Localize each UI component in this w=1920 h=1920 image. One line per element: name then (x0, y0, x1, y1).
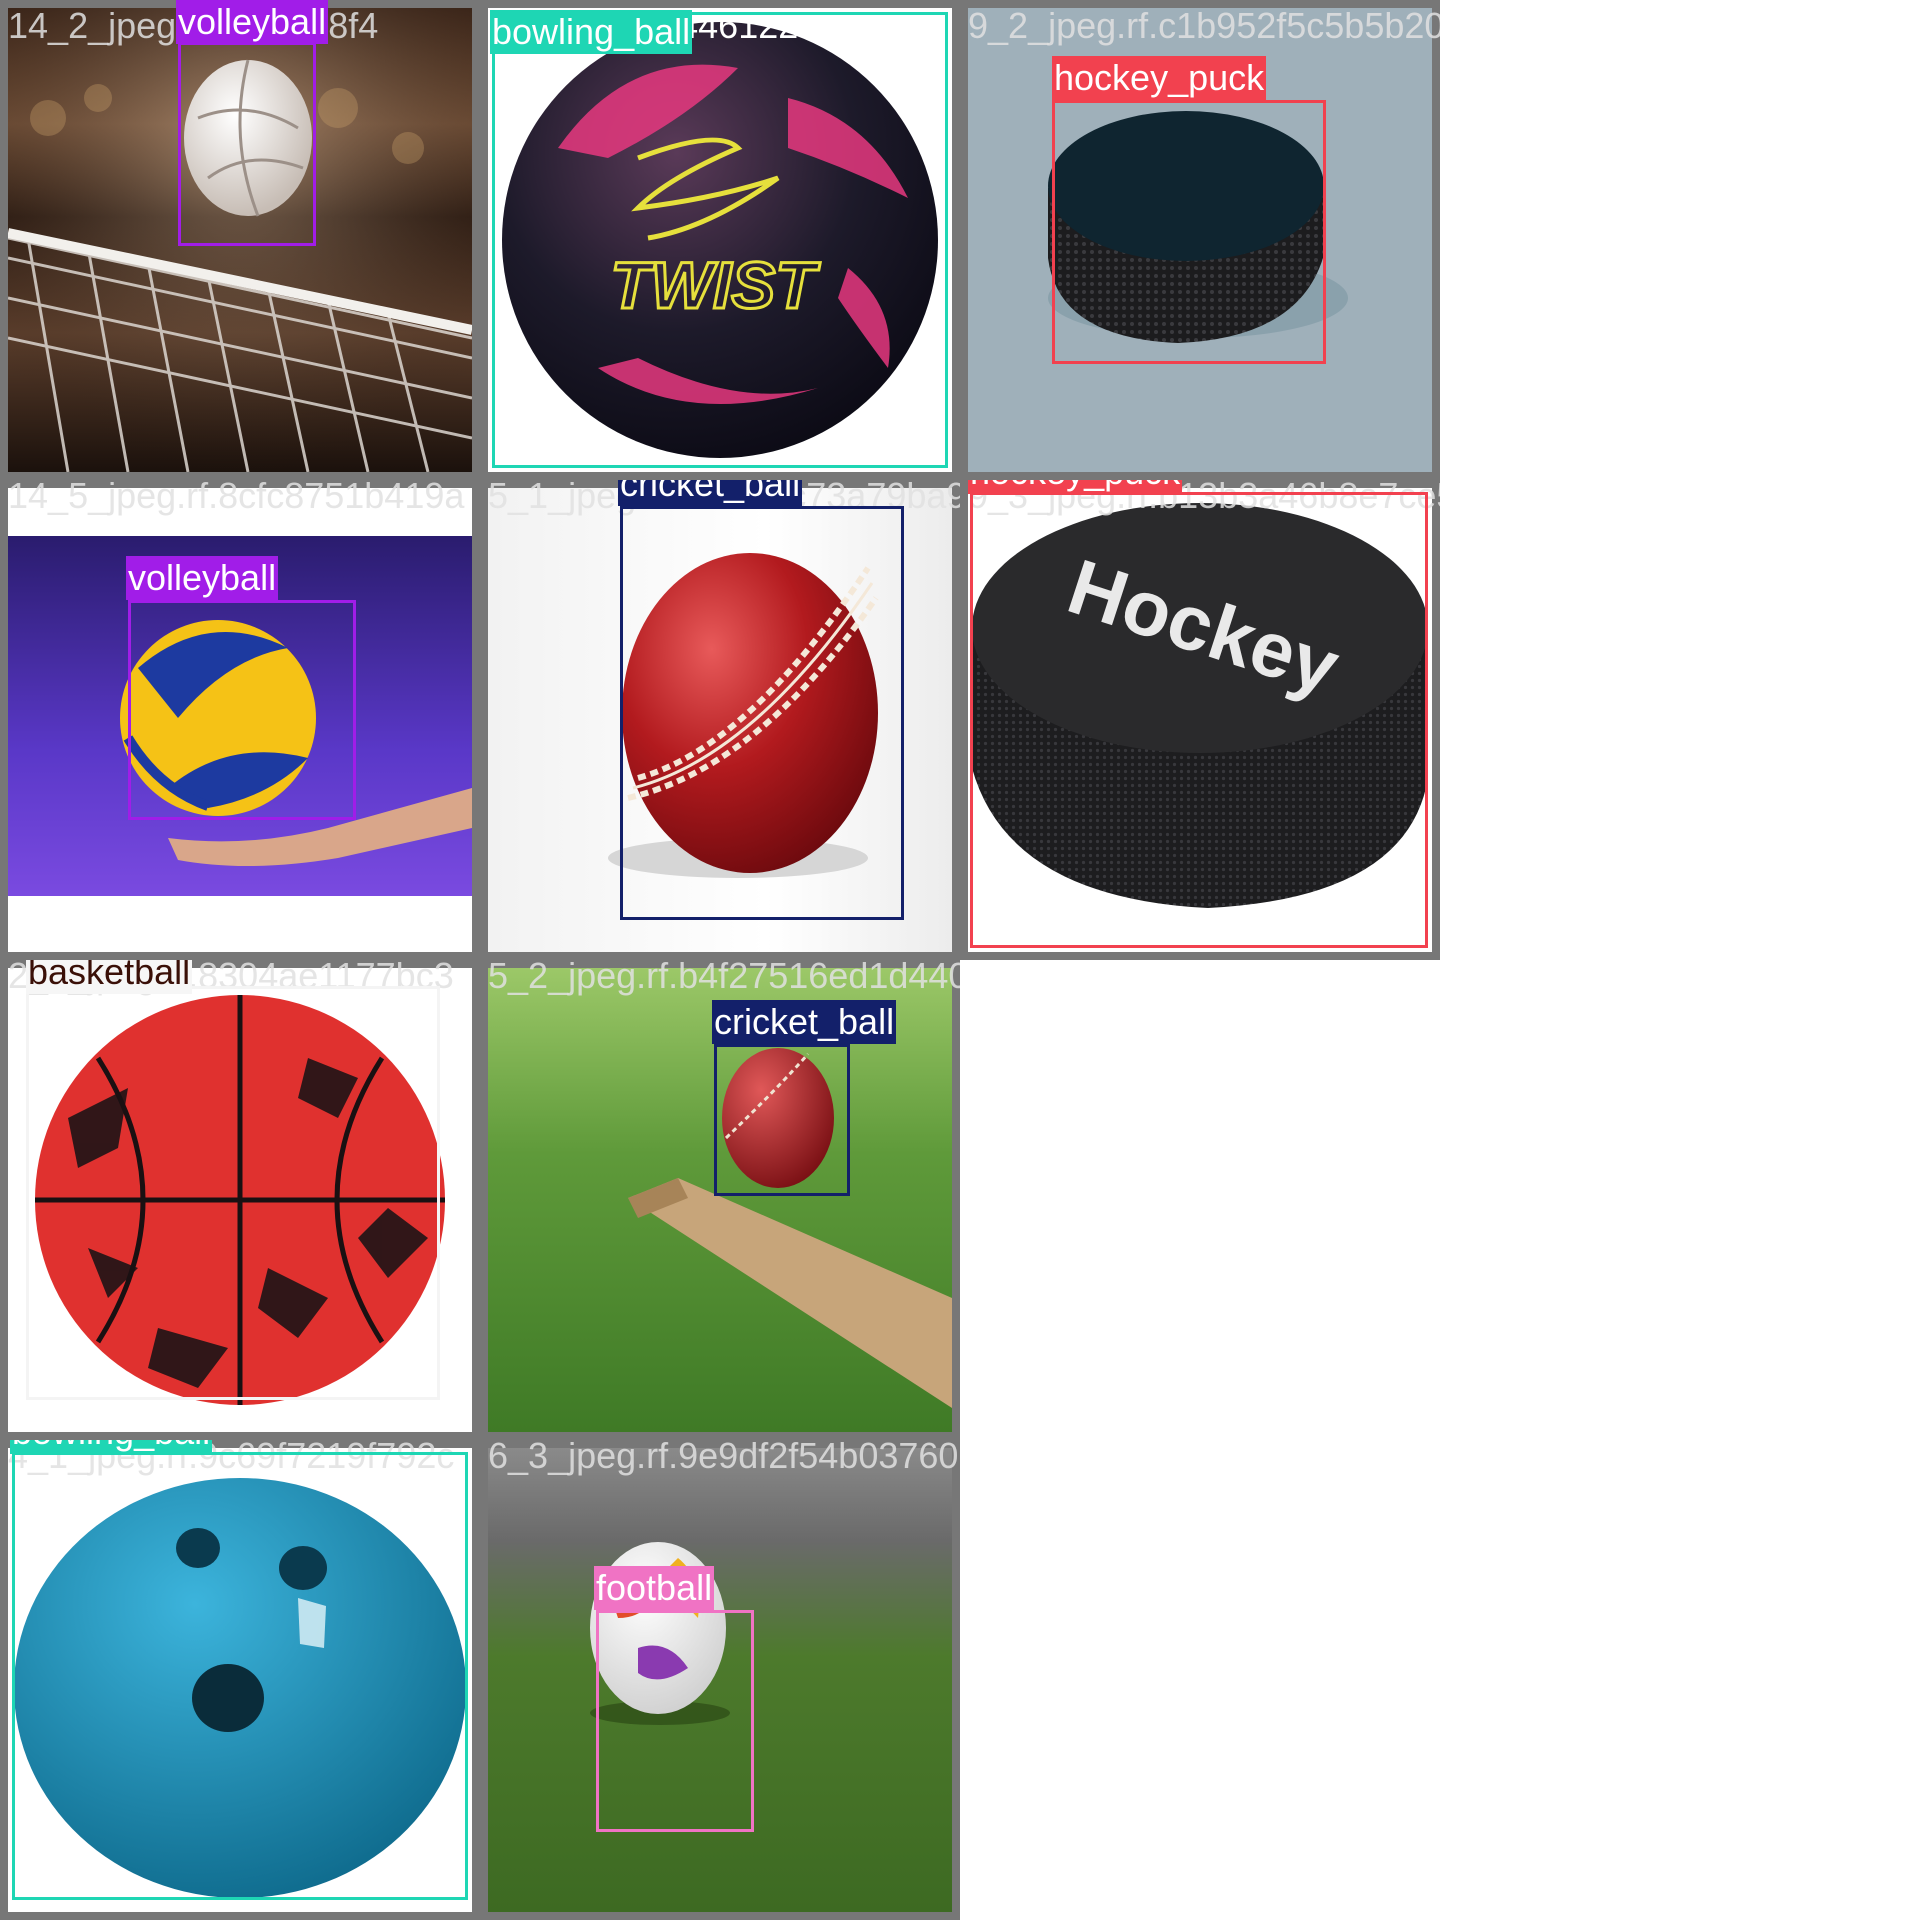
image-filename: 14_5_jpeg.rf.8cfc8751b419a (8, 480, 465, 516)
image-filename: 9_2_jpeg.rf.c1b952f5c5b5b20a2bf9c873e57b… (968, 5, 1440, 46)
image-filename: 6_3_jpeg.rf.9e9df2f54b03760b20ba0a1bad3d… (488, 1440, 960, 1476)
image-filename: 5_2_jpeg.rf.b4f27516ed1d4408353801716a8e… (488, 960, 960, 996)
bbox-bowling-ball (12, 1452, 468, 1900)
label-bowling-ball: bowling_ball (490, 10, 693, 54)
mosaic-tile-9: 4_1_jpeg.rf.9c69f7219f792c bowling_ball (0, 1440, 480, 1920)
mosaic-tile-4: 14_5_jpeg.rf.8cfc8751b419a volleyball (0, 480, 480, 960)
label-hockey-puck: hockey_puck (1052, 56, 1267, 100)
mosaic-tile-5: 5_1_jpeg.rf.b2f4e7c73a79ba9 cricket_ball (480, 480, 960, 960)
mosaic-tile-8: 5_2_jpeg.rf.b4f27516ed1d4408353801716a8e… (480, 960, 960, 1440)
mosaic-tile-2: TWIST 8_1_jpeg.rf.446122db8321 bowling_b… (480, 0, 960, 480)
bbox-hockey-puck (970, 492, 1428, 948)
mosaic-tile-6: Hockey 9_3_jpeg.rf.b13b3a46b8e7ce5688c23… (960, 480, 1440, 960)
mosaic-tile-10: 6_3_jpeg.rf.9e9df2f54b03760b20ba0a1bad3d… (480, 1440, 960, 1920)
bbox-hockey-puck (1052, 100, 1326, 364)
bbox-bowling-ball (492, 12, 948, 468)
bbox-basketball (26, 986, 440, 1400)
label-hockey-puck: hockey_puck (968, 480, 1183, 494)
mosaic-tile-1: 14_2_jpeg.rf.3af8438f4 volleyball (0, 0, 480, 480)
label-football: football (594, 1566, 715, 1610)
label-bowling-ball: bowling_ball (10, 1440, 213, 1454)
label-cricket-ball: cricket_ball (618, 480, 803, 506)
bbox-cricket-ball (620, 506, 904, 920)
bbox-cricket-ball (714, 1044, 850, 1196)
bbox-volleyball (128, 600, 356, 820)
label-basketball: basketball (26, 960, 193, 994)
mosaic-tile-3: 9_2_jpeg.rf.c1b952f5c5b5b20a2bf9c873e57b… (960, 0, 1440, 480)
bbox-football (596, 1610, 754, 1832)
label-cricket-ball: cricket_ball (712, 1000, 897, 1044)
mosaic-tile-7: 2_1_jpeg.rf.8304ae1177bc3 basketball (0, 960, 480, 1440)
label-volleyball: volleyball (176, 0, 329, 44)
bbox-volleyball (178, 42, 316, 246)
label-volleyball: volleyball (126, 556, 279, 600)
